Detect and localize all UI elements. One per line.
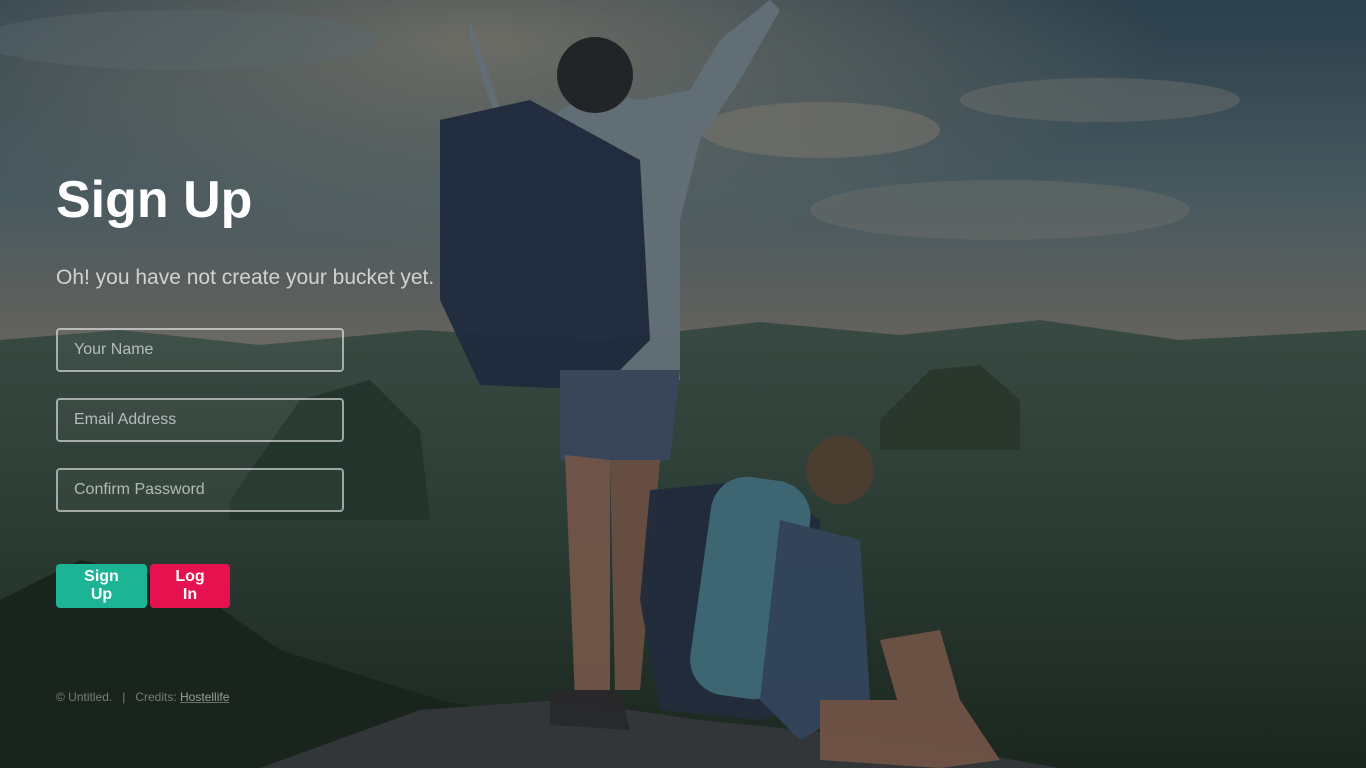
name-input[interactable] (56, 328, 344, 372)
credits-link[interactable]: Hostellife (180, 690, 229, 704)
sign-up-button[interactable]: Sign Up (56, 564, 147, 608)
credits-label: Credits: (135, 690, 177, 704)
footer: © Untitled. | Credits: Hostellife (56, 690, 229, 704)
confirm-password-input[interactable] (56, 468, 344, 512)
page-title: Sign Up (56, 171, 253, 229)
log-in-button[interactable]: Log In (150, 564, 230, 608)
signup-panel: Sign Up Oh! you have not create your buc… (56, 0, 576, 768)
copyright-text: © Untitled. (56, 690, 113, 704)
page-subtitle: Oh! you have not create your bucket yet. (56, 266, 435, 289)
footer-separator: | (122, 690, 126, 704)
email-input[interactable] (56, 398, 344, 442)
